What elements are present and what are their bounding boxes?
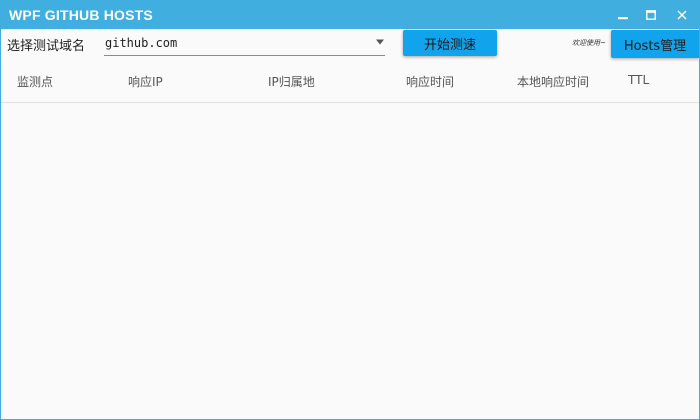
app-window: WPF GITHUB HOSTS 选择测试域名 github.com 开始测速 … (0, 0, 700, 420)
domain-label: 选择测试域名 (7, 39, 86, 54)
start-test-button[interactable]: 开始测速 (403, 30, 497, 56)
toolbar: 选择测试域名 github.com 开始测速 欢迎使用~ Hosts管理 (1, 29, 699, 59)
minimize-icon (618, 17, 628, 20)
chevron-down-icon (376, 39, 384, 45)
maximize-button[interactable] (640, 5, 662, 25)
column-header[interactable]: TTL (628, 73, 649, 87)
results-table-body (1, 103, 699, 419)
close-button[interactable] (671, 5, 693, 25)
table-header: 监测点 响应IP IP归属地 响应时间 本地响应时间 TTL (1, 59, 699, 103)
column-header[interactable]: 本地响应时间 (517, 73, 589, 90)
column-header[interactable]: 响应IP (128, 73, 163, 90)
domain-select[interactable]: github.com (104, 33, 385, 56)
domain-select-value: github.com (105, 36, 178, 50)
column-header[interactable]: IP归属地 (268, 73, 315, 90)
welcome-text: 欢迎使用~ (572, 39, 606, 47)
hosts-manage-button[interactable]: Hosts管理 (611, 30, 699, 58)
app-title: WPF GITHUB HOSTS (9, 7, 153, 23)
column-header[interactable]: 响应时间 (406, 73, 454, 90)
title-bar[interactable]: WPF GITHUB HOSTS (1, 1, 699, 29)
maximize-icon (646, 10, 656, 20)
minimize-button[interactable] (612, 5, 634, 25)
close-icon (677, 10, 687, 20)
column-header[interactable]: 监测点 (17, 73, 53, 90)
